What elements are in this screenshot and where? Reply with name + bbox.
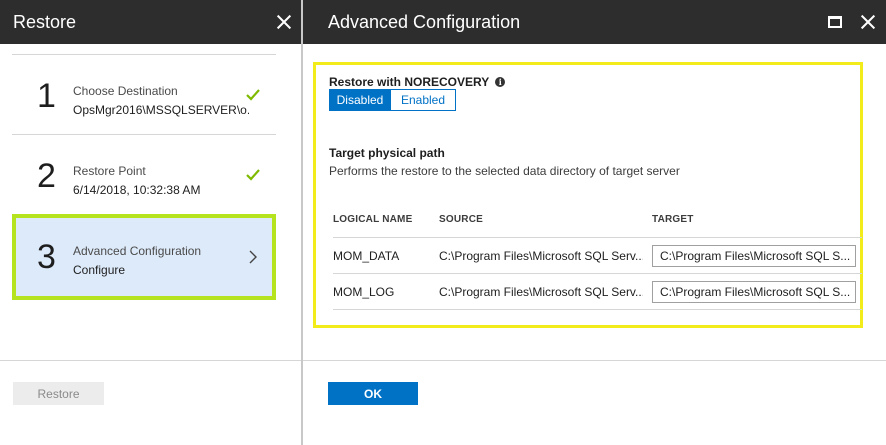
restore-blade: Restore 1 Choose Destination OpsMgr2016\… [0, 0, 302, 445]
maximize-icon[interactable] [828, 16, 842, 28]
toggle-option-enabled[interactable]: Enabled [391, 89, 456, 111]
restore-button[interactable]: Restore [13, 382, 104, 405]
step-number: 3 [37, 238, 56, 276]
checkmark-icon [246, 89, 260, 101]
table-row: MOM_LOG C:\Program Files\Microsoft SQL S… [333, 274, 862, 310]
configuration-panel: Restore with NORECOVERY i Disabled Enabl… [313, 62, 863, 328]
step-restore-point[interactable]: 2 Restore Point 6/14/2018, 10:32:38 AM [12, 134, 276, 214]
step-value: 6/14/2018, 10:32:38 AM [73, 183, 201, 197]
column-header-source: SOURCE [439, 214, 483, 225]
source-cell: C:\Program Files\Microsoft SQL Serv... [439, 249, 643, 263]
checkmark-icon [246, 169, 260, 181]
step-value: Configure [73, 263, 126, 277]
column-header-logical-name: LOGICAL NAME [333, 214, 413, 225]
column-header-target: TARGET [652, 214, 694, 225]
restore-blade-title: Restore [13, 11, 77, 32]
ok-button[interactable]: OK [328, 382, 418, 405]
source-cell: C:\Program Files\Microsoft SQL Serv... [439, 285, 643, 299]
norecovery-label-row: Restore with NORECOVERY i [329, 75, 506, 89]
step-title: Restore Point [73, 164, 146, 178]
norecovery-toggle: Disabled Enabled [329, 89, 456, 111]
target-path-input[interactable]: C:\Program Files\Microsoft SQL S... [652, 245, 856, 267]
step-choose-destination[interactable]: 1 Choose Destination OpsMgr2016\MSSQLSER… [12, 54, 276, 134]
target-path-description: Performs the restore to the selected dat… [329, 164, 680, 178]
step-advanced-configuration[interactable]: 3 Advanced Configuration Configure [12, 214, 276, 300]
close-icon[interactable] [860, 14, 876, 30]
file-mapping-table: LOGICAL NAME SOURCE TARGET MOM_DATA C:\P… [333, 205, 862, 310]
chevron-right-icon [249, 250, 257, 264]
azure-restore-window: Restore 1 Choose Destination OpsMgr2016\… [0, 0, 886, 445]
close-icon[interactable] [276, 14, 292, 30]
advanced-blade-header: Advanced Configuration [303, 0, 886, 44]
table-header-row: LOGICAL NAME SOURCE TARGET [333, 205, 862, 238]
info-icon[interactable]: i [495, 77, 506, 87]
step-number: 1 [37, 77, 56, 115]
logical-name-cell: MOM_DATA [333, 249, 400, 263]
header-actions [828, 14, 876, 30]
footer-divider [0, 360, 302, 361]
table-row: MOM_DATA C:\Program Files\Microsoft SQL … [333, 238, 862, 274]
step-number: 2 [37, 157, 56, 195]
footer-divider [303, 360, 886, 361]
advanced-blade-title: Advanced Configuration [328, 11, 521, 32]
step-title: Choose Destination [73, 84, 178, 98]
target-path-title: Target physical path [329, 146, 445, 160]
norecovery-label: Restore with NORECOVERY [329, 75, 490, 89]
restore-blade-header: Restore [0, 0, 302, 44]
logical-name-cell: MOM_LOG [333, 285, 395, 299]
advanced-configuration-blade: Advanced Configuration Restore with NORE… [303, 0, 886, 445]
wizard-steps: 1 Choose Destination OpsMgr2016\MSSQLSER… [12, 54, 276, 300]
step-value: OpsMgr2016\MSSQLSERVER\o... [73, 103, 249, 117]
target-path-input[interactable]: C:\Program Files\Microsoft SQL S... [652, 281, 856, 303]
toggle-option-disabled[interactable]: Disabled [329, 89, 391, 111]
step-title: Advanced Configuration [73, 244, 202, 258]
